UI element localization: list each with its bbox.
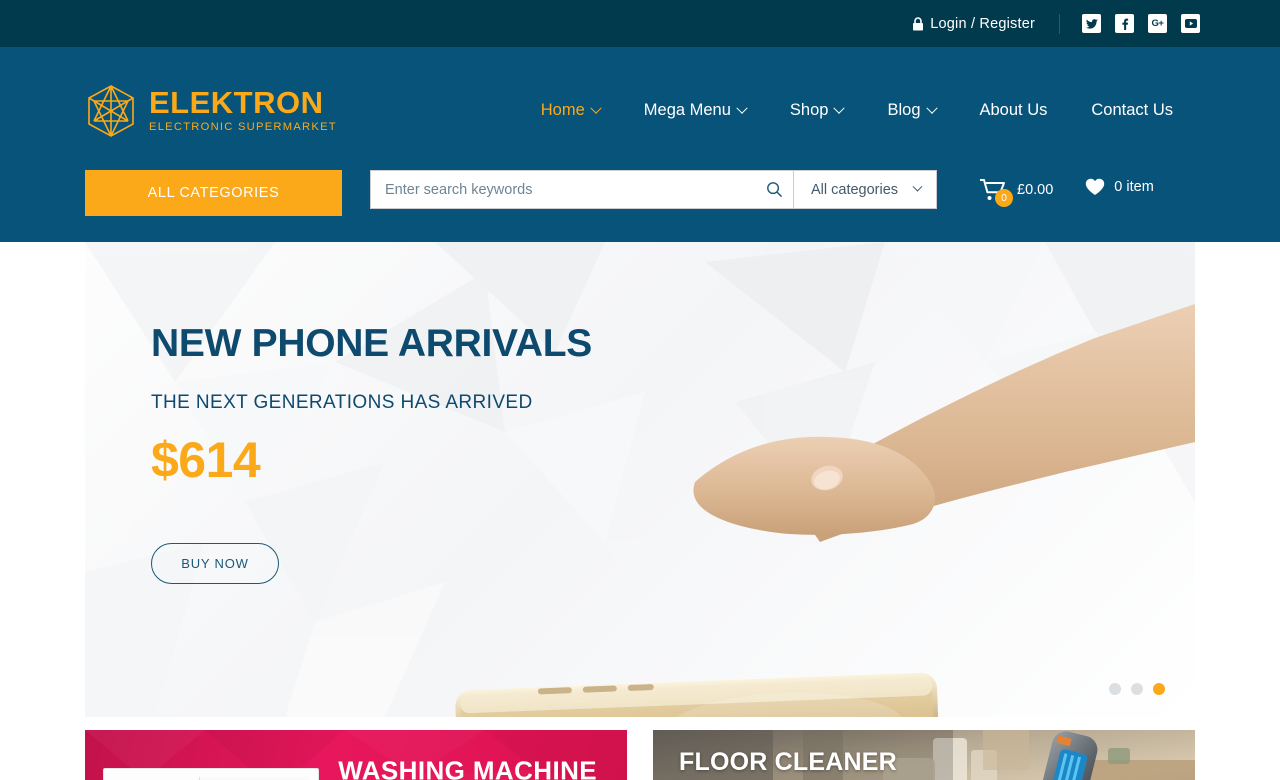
hexagon-logo-icon [88, 84, 134, 137]
login-register-label: Login / Register [930, 15, 1035, 32]
logo[interactable]: ELEKTRON ELECTRONIC SUPERMARKET [85, 84, 337, 138]
twitter-icon[interactable] [1082, 14, 1101, 33]
social-links: G+ [1082, 14, 1200, 33]
facebook-icon[interactable] [1115, 14, 1134, 33]
chevron-down-icon [736, 102, 748, 114]
cart-widget[interactable]: 0 £0.00 [979, 170, 1054, 207]
logo-tagline: ELECTRONIC SUPERMARKET [149, 121, 337, 134]
site-header: ELEKTRON ELECTRONIC SUPERMARKET Home Meg… [0, 47, 1280, 170]
all-categories-button[interactable]: ALL CATEGORIES [85, 170, 342, 216]
nav-label: Shop [789, 101, 829, 119]
nav-label: Blog [887, 101, 921, 119]
hero-price: $614 [151, 432, 261, 488]
promo-banners: WASHING MACHINE FLOOR CLEANER [85, 730, 1195, 780]
nav-item-blog[interactable]: Blog [865, 101, 957, 120]
nav-item-mega-menu[interactable]: Mega Menu [622, 101, 768, 120]
topbar-divider [1059, 13, 1060, 34]
chevron-down-icon [590, 102, 602, 114]
search-strip: ALL CATEGORIES All categories [0, 170, 1280, 242]
carousel-dot-3[interactable] [1153, 683, 1165, 695]
wishlist-widget[interactable]: 0 item [1085, 170, 1154, 196]
lock-icon [913, 16, 924, 30]
wishlist-count: 0 item [1114, 179, 1154, 195]
hero-carousel: SAMSUNG — — — NEW PHONE ARRIVA [85, 242, 1195, 717]
search-field[interactable] [370, 170, 794, 209]
google-plus-icon[interactable]: G+ [1148, 14, 1167, 33]
heart-icon [1086, 178, 1105, 195]
nav-item-home[interactable]: Home [519, 101, 622, 120]
youtube-icon[interactable] [1181, 14, 1200, 33]
nav-item-contact-us[interactable]: Contact Us [1069, 101, 1195, 120]
category-select[interactable]: All categories [794, 170, 937, 209]
main-navigation: Home Mega Menu Shop Blog About Us Contac… [519, 101, 1195, 120]
search-bar: All categories [370, 170, 937, 209]
chevron-down-icon [912, 181, 923, 192]
nav-item-shop[interactable]: Shop [768, 101, 866, 120]
nav-label: About Us [979, 101, 1048, 119]
cart-total: £0.00 [1017, 182, 1054, 198]
promo-title: FLOOR CLEANER [679, 748, 897, 776]
nav-item-about-us[interactable]: About Us [958, 101, 1070, 120]
hero-copy: NEW PHONE ARRIVALS THE NEXT GENERATIONS … [151, 322, 592, 584]
promo-title: WASHING MACHINE [338, 755, 597, 780]
login-register-link[interactable]: Login / Register [912, 16, 1035, 32]
chevron-down-icon [925, 102, 938, 114]
hero-band: SAMSUNG — — — NEW PHONE ARRIVA [0, 242, 1280, 717]
nav-label: Home [540, 101, 585, 119]
search-icon[interactable] [766, 181, 783, 198]
buy-now-button[interactable]: BUY NOW [151, 543, 279, 584]
logo-title: ELEKTRON [149, 85, 324, 121]
search-input[interactable] [385, 181, 766, 198]
carousel-dot-2[interactable] [1131, 683, 1143, 695]
nav-label: Contact Us [1091, 101, 1173, 119]
washing-machine-image [103, 768, 319, 780]
carousel-dots [1109, 683, 1165, 695]
all-categories-label: ALL CATEGORIES [147, 185, 280, 201]
chevron-down-icon [833, 102, 846, 114]
hero-title: NEW PHONE ARRIVALS [151, 322, 592, 365]
carousel-dot-1[interactable] [1109, 683, 1121, 695]
promo-floor-cleaner[interactable]: FLOOR CLEANER THE BEST STEAM CLEANER ACT… [653, 730, 1195, 780]
top-bar: Login / Register G+ [0, 0, 1280, 47]
cart-badge: 0 [995, 189, 1013, 207]
category-select-value: All categories [811, 181, 899, 198]
promo-washing-machine[interactable]: WASHING MACHINE [85, 730, 627, 780]
nav-label: Mega Menu [643, 101, 731, 119]
hero-subtitle: THE NEXT GENERATIONS HAS ARRIVED [151, 392, 533, 413]
